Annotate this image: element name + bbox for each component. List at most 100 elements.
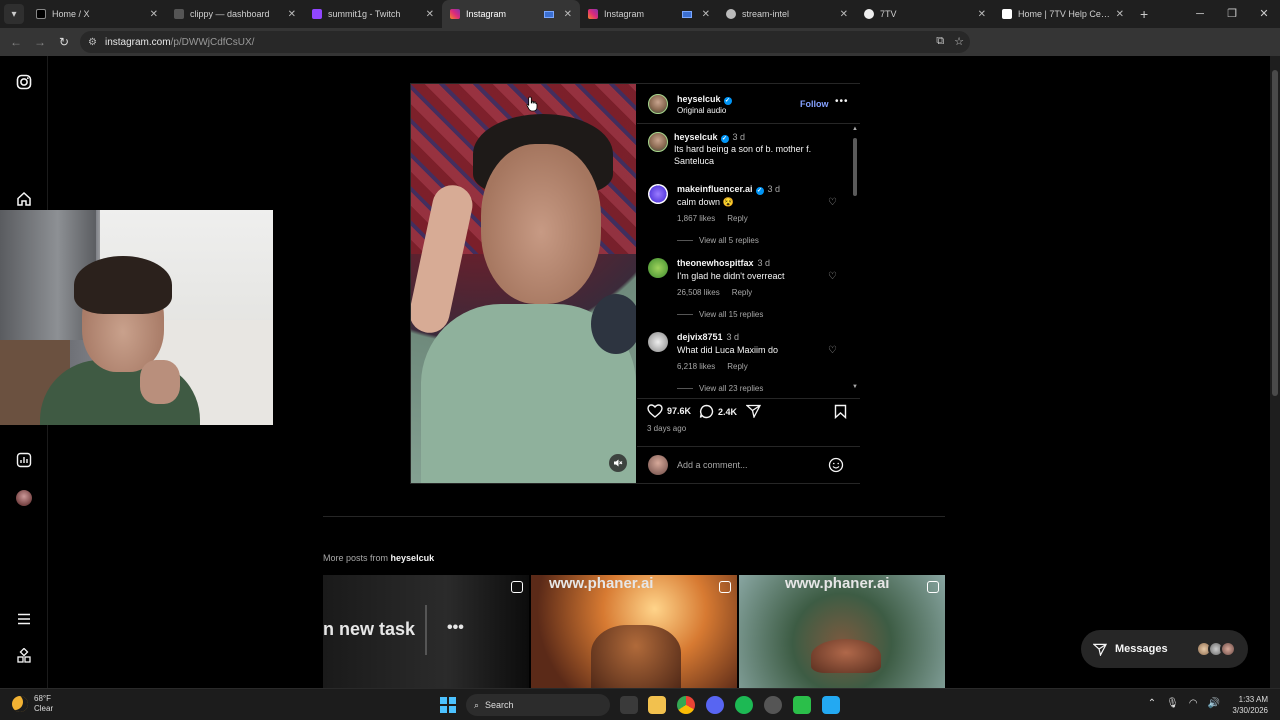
microphone-icon[interactable]: 🎙 <box>1166 698 1179 709</box>
task-view-icon[interactable] <box>620 696 638 714</box>
reload-icon[interactable]: ↻ <box>52 35 76 49</box>
vscode-icon[interactable] <box>822 696 840 714</box>
tab-twitch[interactable]: summit1g - Twitch ✕ <box>304 0 442 28</box>
maximize-icon[interactable]: ❐ <box>1216 0 1248 28</box>
commenter-username[interactable]: theonewhospitfax 3 d <box>677 258 770 268</box>
original-audio-link[interactable]: Original audio <box>677 106 726 115</box>
scroll-up-icon[interactable]: ▲ <box>851 126 859 132</box>
tab-7tv-help[interactable]: Home | 7TV Help Center ✕ <box>994 0 1132 28</box>
reel-video[interactable] <box>411 84 636 483</box>
view-replies-button[interactable]: View all 23 replies <box>677 384 763 393</box>
obs-icon[interactable] <box>764 696 782 714</box>
commenter-username[interactable]: makeinfluencer.ai ✓ 3 d <box>677 184 780 195</box>
volume-icon[interactable]: 🔊 <box>1208 698 1220 709</box>
site-info-icon[interactable]: ⚙ <box>88 37 97 48</box>
comments-scrollbar[interactable]: ▲ ▼ <box>851 126 859 392</box>
close-tab-icon[interactable]: ✕ <box>150 9 158 20</box>
back-icon[interactable]: ← <box>4 35 28 49</box>
file-explorer-icon[interactable] <box>648 696 666 714</box>
commenter-avatar[interactable] <box>648 258 668 278</box>
follow-button[interactable]: Follow <box>800 99 829 109</box>
install-app-icon[interactable]: ⧉ <box>936 35 944 48</box>
more-post-thumbnail[interactable]: n new task ••• <box>323 575 529 688</box>
close-tab-icon[interactable]: ✕ <box>288 9 296 20</box>
like-comment-heart-icon[interactable]: ♡ <box>828 345 837 356</box>
view-replies-button[interactable]: View all 5 replies <box>677 236 759 245</box>
page-scrollbar[interactable] <box>1270 56 1280 688</box>
more-post-thumbnail[interactable]: www.phaner.ai <box>531 575 737 688</box>
comment-bubble-icon[interactable] <box>699 404 714 419</box>
media-player-icon[interactable] <box>793 696 811 714</box>
close-tab-icon[interactable]: ✕ <box>840 9 848 20</box>
tab-stream-intel[interactable]: stream-intel ✕ <box>718 0 856 28</box>
close-tab-icon[interactable]: ✕ <box>702 9 710 20</box>
add-comment-input[interactable]: Add a comment... <box>677 460 748 470</box>
more-posts-username-link[interactable]: heyselcuk <box>391 553 435 563</box>
instagram-logo-icon[interactable] <box>16 74 32 90</box>
bookmark-star-icon[interactable]: ☆ <box>954 35 964 48</box>
comment-likes[interactable]: 6,218 likes <box>677 362 715 371</box>
dashboard-icon[interactable] <box>16 452 32 468</box>
more-post-thumbnail[interactable]: www.phaner.ai <box>739 575 945 688</box>
bookmark-icon[interactable] <box>834 404 847 419</box>
mute-button[interactable] <box>609 454 627 472</box>
tab-7tv[interactable]: 7TV ✕ <box>856 0 994 28</box>
caption-username[interactable]: heyselcuk ✓ 3 d <box>674 132 745 143</box>
spotify-icon[interactable] <box>735 696 753 714</box>
like-comment-heart-icon[interactable]: ♡ <box>828 271 837 282</box>
like-count[interactable]: 97.6K <box>667 406 691 416</box>
tab-instagram[interactable]: Instagram ✕ <box>580 0 718 28</box>
commenter-username[interactable]: dejvix8751 3 d <box>677 332 739 342</box>
taskbar-search[interactable]: ⌕ Search <box>466 694 610 716</box>
author-avatar[interactable] <box>648 94 668 114</box>
like-comment-heart-icon[interactable]: ♡ <box>828 197 837 208</box>
profile-avatar[interactable] <box>16 490 32 506</box>
emoji-icon[interactable] <box>828 457 844 473</box>
chrome-icon[interactable] <box>677 696 695 714</box>
close-tab-icon[interactable]: ✕ <box>426 9 434 20</box>
tray-overflow-icon[interactable]: ⌃ <box>1148 698 1156 709</box>
share-action[interactable] <box>746 404 761 418</box>
commenter-avatar[interactable] <box>648 332 668 352</box>
commenter-avatar[interactable] <box>648 184 668 204</box>
heart-icon[interactable] <box>647 404 663 418</box>
comment-likes[interactable]: 26,508 likes <box>677 288 720 297</box>
close-window-icon[interactable]: ✕ <box>1248 0 1280 28</box>
forward-icon[interactable]: → <box>28 35 52 49</box>
start-button[interactable] <box>440 697 456 713</box>
tab-clippy-dashboard[interactable]: clippy — dashboard ✕ <box>166 0 304 28</box>
discord-icon[interactable] <box>706 696 724 714</box>
reply-button[interactable]: Reply <box>732 288 752 297</box>
new-tab-button[interactable]: + <box>1140 6 1148 22</box>
scrollbar-thumb[interactable] <box>1272 70 1278 396</box>
comment-meta: 6,218 likes Reply <box>677 362 760 371</box>
tab-search-button[interactable]: ▾ <box>4 4 24 24</box>
close-tab-icon[interactable]: ✕ <box>978 9 986 20</box>
more-menu-icon[interactable] <box>16 611 32 627</box>
view-replies-button[interactable]: View all 15 replies <box>677 310 763 319</box>
weather-widget[interactable]: 68°F Clear <box>12 694 53 714</box>
minimize-icon[interactable]: ─ <box>1184 0 1216 28</box>
share-paper-plane-icon[interactable] <box>746 404 761 418</box>
tab-home-x[interactable]: Home / X ✕ <box>28 0 166 28</box>
home-icon[interactable] <box>16 191 32 207</box>
temperature: 68°F <box>34 694 51 703</box>
system-clock[interactable]: 1:33 AM 3/30/2026 <box>1232 694 1268 716</box>
messages-button[interactable]: Messages <box>1081 630 1248 668</box>
close-tab-icon[interactable]: ✕ <box>1116 9 1124 20</box>
address-bar[interactable]: ⚙ instagram.com/p/DWWjCdfCsUX/ ⧉ ☆ <box>80 31 970 53</box>
also-from-meta-icon[interactable] <box>16 648 32 664</box>
reply-button[interactable]: Reply <box>727 362 747 371</box>
wifi-icon[interactable]: ◠ <box>1189 698 1198 709</box>
comment-likes[interactable]: 1,867 likes <box>677 214 715 223</box>
scroll-down-icon[interactable]: ▼ <box>851 384 859 390</box>
reply-button[interactable]: Reply <box>727 214 747 223</box>
more-options-icon[interactable]: ••• <box>835 96 849 107</box>
author-username[interactable]: heyselcuk ✓ <box>677 94 732 105</box>
like-action[interactable]: 97.6K <box>647 404 691 418</box>
tab-instagram-active[interactable]: Instagram ✕ <box>442 0 580 28</box>
comment-action[interactable]: 2.4K <box>699 404 737 419</box>
scrollbar-thumb[interactable] <box>853 138 857 196</box>
close-tab-icon[interactable]: ✕ <box>564 9 572 20</box>
author-avatar[interactable] <box>648 132 668 152</box>
